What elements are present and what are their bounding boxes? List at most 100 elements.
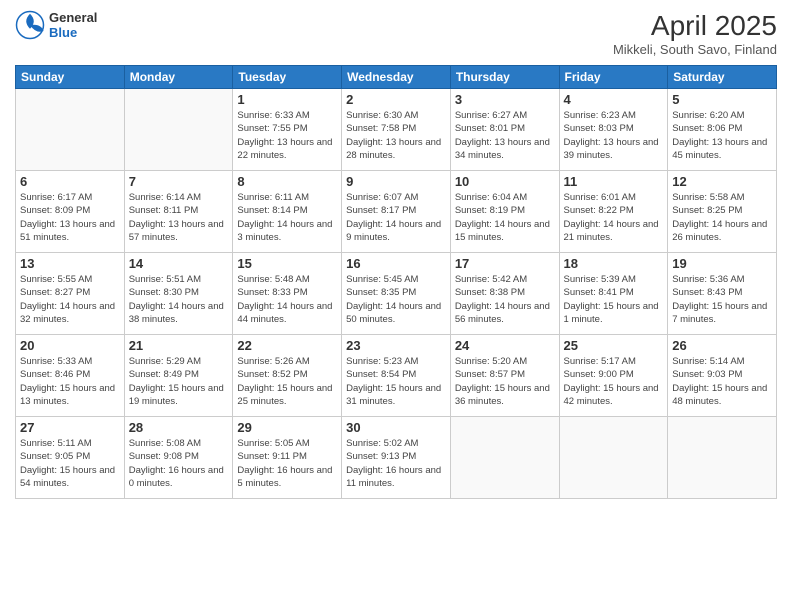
logo-icon [15, 10, 45, 40]
day-info: Sunrise: 6:14 AM Sunset: 8:11 PM Dayligh… [129, 191, 229, 244]
calendar-cell: 9Sunrise: 6:07 AM Sunset: 8:17 PM Daylig… [342, 171, 451, 253]
calendar-table: SundayMondayTuesdayWednesdayThursdayFrid… [15, 65, 777, 499]
day-info: Sunrise: 5:08 AM Sunset: 9:08 PM Dayligh… [129, 437, 229, 490]
day-number: 18 [564, 256, 664, 271]
calendar-cell: 21 Sunrise: 5:29 AM Sunset: 8:49 PM Dayli… [124, 335, 233, 417]
day-info: Sunrise: 6:07 AM Sunset: 8:17 PM Dayligh… [346, 191, 446, 244]
calendar-cell: 20 Sunrise: 5:33 AM Sunset: 8:46 PM Dayli… [16, 335, 125, 417]
day-number: 16 [346, 256, 446, 271]
day-number: 10 [455, 174, 555, 189]
calendar-cell [124, 89, 233, 171]
calendar-cell: 13Sunrise: 5:55 AM Sunset: 8:27 PM Dayli… [16, 253, 125, 335]
calendar-cell: 19 Sunrise: 5:36 AM Sunset: 8:43 PM Dayli… [668, 253, 777, 335]
day-info: Sunrise: 6:11 AM Sunset: 8:14 PM Dayligh… [237, 191, 337, 244]
calendar-cell [450, 417, 559, 499]
day-info: Sunrise: 5:11 AM Sunset: 9:05 PM Dayligh… [20, 437, 120, 490]
calendar-cell [668, 417, 777, 499]
day-info: Sunrise: 5:45 AM Sunset: 8:35 PM Dayligh… [346, 273, 446, 326]
day-number: 4 [564, 92, 664, 107]
calendar-cell: 28 Sunrise: 5:08 AM Sunset: 9:08 PM Dayli… [124, 417, 233, 499]
day-number: 24 [455, 338, 555, 353]
day-number: 28 [129, 420, 229, 435]
day-number: 7 [129, 174, 229, 189]
day-info: Sunrise: 6:04 AM Sunset: 8:19 PM Dayligh… [455, 191, 555, 244]
day-number: 23 [346, 338, 446, 353]
calendar-cell: 16 Sunrise: 5:45 AM Sunset: 8:35 PM Dayli… [342, 253, 451, 335]
day-info: Sunrise: 5:26 AM Sunset: 8:52 PM Dayligh… [237, 355, 337, 408]
day-number: 8 [237, 174, 337, 189]
calendar-cell [16, 89, 125, 171]
header: General Blue April 2025 Mikkeli, South S… [15, 10, 777, 57]
calendar-container: General Blue April 2025 Mikkeli, South S… [0, 0, 792, 612]
calendar-week-2: 6Sunrise: 6:17 AM Sunset: 8:09 PM Daylig… [16, 171, 777, 253]
calendar-cell: 26Sunrise: 5:14 AM Sunset: 9:03 PM Dayli… [668, 335, 777, 417]
calendar-week-3: 13Sunrise: 5:55 AM Sunset: 8:27 PM Dayli… [16, 253, 777, 335]
calendar-cell: 17 Sunrise: 5:42 AM Sunset: 8:38 PM Dayli… [450, 253, 559, 335]
day-header-friday: Friday [559, 66, 668, 89]
day-info: Sunrise: 6:27 AM Sunset: 8:01 PM Dayligh… [455, 109, 555, 162]
day-number: 3 [455, 92, 555, 107]
logo-text: General Blue [49, 10, 97, 40]
calendar-cell: 22 Sunrise: 5:26 AM Sunset: 8:52 PM Dayli… [233, 335, 342, 417]
calendar-cell: 3 Sunrise: 6:27 AM Sunset: 8:01 PM Daylig… [450, 89, 559, 171]
logo-blue: Blue [49, 25, 97, 40]
day-number: 29 [237, 420, 337, 435]
day-number: 22 [237, 338, 337, 353]
day-header-monday: Monday [124, 66, 233, 89]
day-info: Sunrise: 5:39 AM Sunset: 8:41 PM Dayligh… [564, 273, 664, 326]
location: Mikkeli, South Savo, Finland [613, 42, 777, 57]
day-info: Sunrise: 6:17 AM Sunset: 8:09 PM Dayligh… [20, 191, 120, 244]
calendar-cell: 27 Sunrise: 5:11 AM Sunset: 9:05 PM Dayli… [16, 417, 125, 499]
calendar-cell: 10 Sunrise: 6:04 AM Sunset: 8:19 PM Dayli… [450, 171, 559, 253]
day-info: Sunrise: 5:58 AM Sunset: 8:25 PM Dayligh… [672, 191, 772, 244]
calendar-cell: 1 Sunrise: 6:33 AM Sunset: 7:55 PM Daylig… [233, 89, 342, 171]
day-number: 17 [455, 256, 555, 271]
calendar-cell: 11Sunrise: 6:01 AM Sunset: 8:22 PM Dayli… [559, 171, 668, 253]
day-header-saturday: Saturday [668, 66, 777, 89]
day-info: Sunrise: 6:20 AM Sunset: 8:06 PM Dayligh… [672, 109, 772, 162]
calendar-cell: 18 Sunrise: 5:39 AM Sunset: 8:41 PM Dayli… [559, 253, 668, 335]
calendar-cell: 25Sunrise: 5:17 AM Sunset: 9:00 PM Dayli… [559, 335, 668, 417]
day-number: 12 [672, 174, 772, 189]
day-info: Sunrise: 5:48 AM Sunset: 8:33 PM Dayligh… [237, 273, 337, 326]
day-number: 21 [129, 338, 229, 353]
logo-general: General [49, 10, 97, 25]
calendar-cell: 4Sunrise: 6:23 AM Sunset: 8:03 PM Daylig… [559, 89, 668, 171]
day-number: 15 [237, 256, 337, 271]
day-number: 1 [237, 92, 337, 107]
day-number: 27 [20, 420, 120, 435]
day-info: Sunrise: 5:17 AM Sunset: 9:00 PM Dayligh… [564, 355, 664, 408]
calendar-cell: 14Sunrise: 5:51 AM Sunset: 8:30 PM Dayli… [124, 253, 233, 335]
day-info: Sunrise: 5:29 AM Sunset: 8:49 PM Dayligh… [129, 355, 229, 408]
calendar-cell: 12 Sunrise: 5:58 AM Sunset: 8:25 PM Dayli… [668, 171, 777, 253]
day-info: Sunrise: 5:23 AM Sunset: 8:54 PM Dayligh… [346, 355, 446, 408]
day-info: Sunrise: 5:42 AM Sunset: 8:38 PM Dayligh… [455, 273, 555, 326]
calendar-cell: 2 Sunrise: 6:30 AM Sunset: 7:58 PM Daylig… [342, 89, 451, 171]
day-info: Sunrise: 6:30 AM Sunset: 7:58 PM Dayligh… [346, 109, 446, 162]
calendar-cell: 29 Sunrise: 5:05 AM Sunset: 9:11 PM Dayli… [233, 417, 342, 499]
calendar-cell: 24Sunrise: 5:20 AM Sunset: 8:57 PM Dayli… [450, 335, 559, 417]
month-title: April 2025 [613, 10, 777, 42]
day-number: 5 [672, 92, 772, 107]
day-number: 20 [20, 338, 120, 353]
day-header-tuesday: Tuesday [233, 66, 342, 89]
day-header-sunday: Sunday [16, 66, 125, 89]
calendar-cell: 6Sunrise: 6:17 AM Sunset: 8:09 PM Daylig… [16, 171, 125, 253]
calendar-cell [559, 417, 668, 499]
calendar-week-4: 20 Sunrise: 5:33 AM Sunset: 8:46 PM Dayli… [16, 335, 777, 417]
day-header-wednesday: Wednesday [342, 66, 451, 89]
day-info: Sunrise: 5:36 AM Sunset: 8:43 PM Dayligh… [672, 273, 772, 326]
day-number: 2 [346, 92, 446, 107]
title-section: April 2025 Mikkeli, South Savo, Finland [613, 10, 777, 57]
day-number: 19 [672, 256, 772, 271]
day-info: Sunrise: 6:33 AM Sunset: 7:55 PM Dayligh… [237, 109, 337, 162]
day-number: 26 [672, 338, 772, 353]
calendar-cell: 15 Sunrise: 5:48 AM Sunset: 8:33 PM Dayli… [233, 253, 342, 335]
day-number: 30 [346, 420, 446, 435]
day-info: Sunrise: 5:33 AM Sunset: 8:46 PM Dayligh… [20, 355, 120, 408]
calendar-header-row: SundayMondayTuesdayWednesdayThursdayFrid… [16, 66, 777, 89]
logo: General Blue [15, 10, 97, 40]
day-info: Sunrise: 6:01 AM Sunset: 8:22 PM Dayligh… [564, 191, 664, 244]
day-info: Sunrise: 5:02 AM Sunset: 9:13 PM Dayligh… [346, 437, 446, 490]
day-info: Sunrise: 5:05 AM Sunset: 9:11 PM Dayligh… [237, 437, 337, 490]
